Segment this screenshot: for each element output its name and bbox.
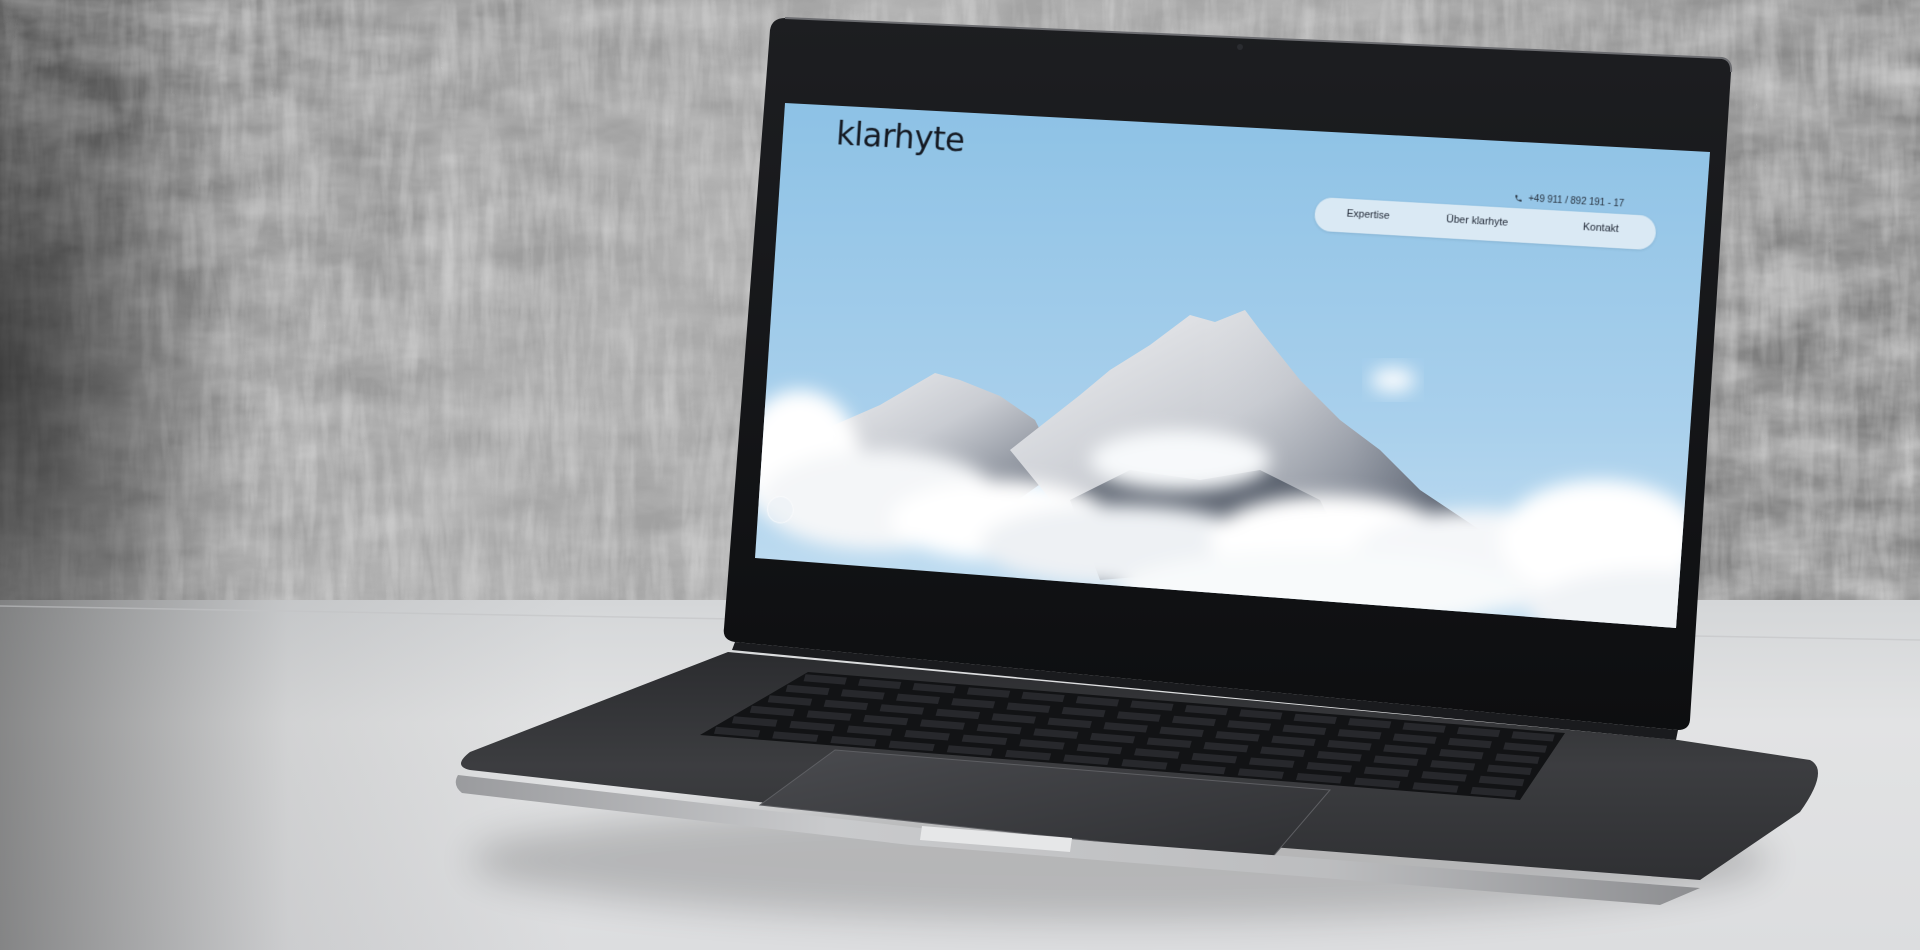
phone-contact[interactable]: +49 911 / 892 191 - 17 (1514, 193, 1625, 210)
nav-item-kontakt[interactable]: Kontakt (1583, 221, 1620, 234)
laptop-photo: klarhyte +49 911 / 892 191 - 17 Expertis… (0, 0, 1920, 950)
webcam (1237, 44, 1243, 50)
nav-item-ueber-klarhyte[interactable]: Über klarhyte (1446, 214, 1509, 229)
website-screen: klarhyte +49 911 / 892 191 - 17 Expertis… (755, 103, 1710, 628)
phone-number: +49 911 / 892 191 - 17 (1528, 193, 1625, 210)
site-logo[interactable]: klarhyte (835, 115, 966, 160)
scroll-indicator-icon[interactable] (766, 495, 795, 525)
nav-item-expertise[interactable]: Expertise (1346, 208, 1390, 222)
phone-icon (1515, 194, 1522, 202)
